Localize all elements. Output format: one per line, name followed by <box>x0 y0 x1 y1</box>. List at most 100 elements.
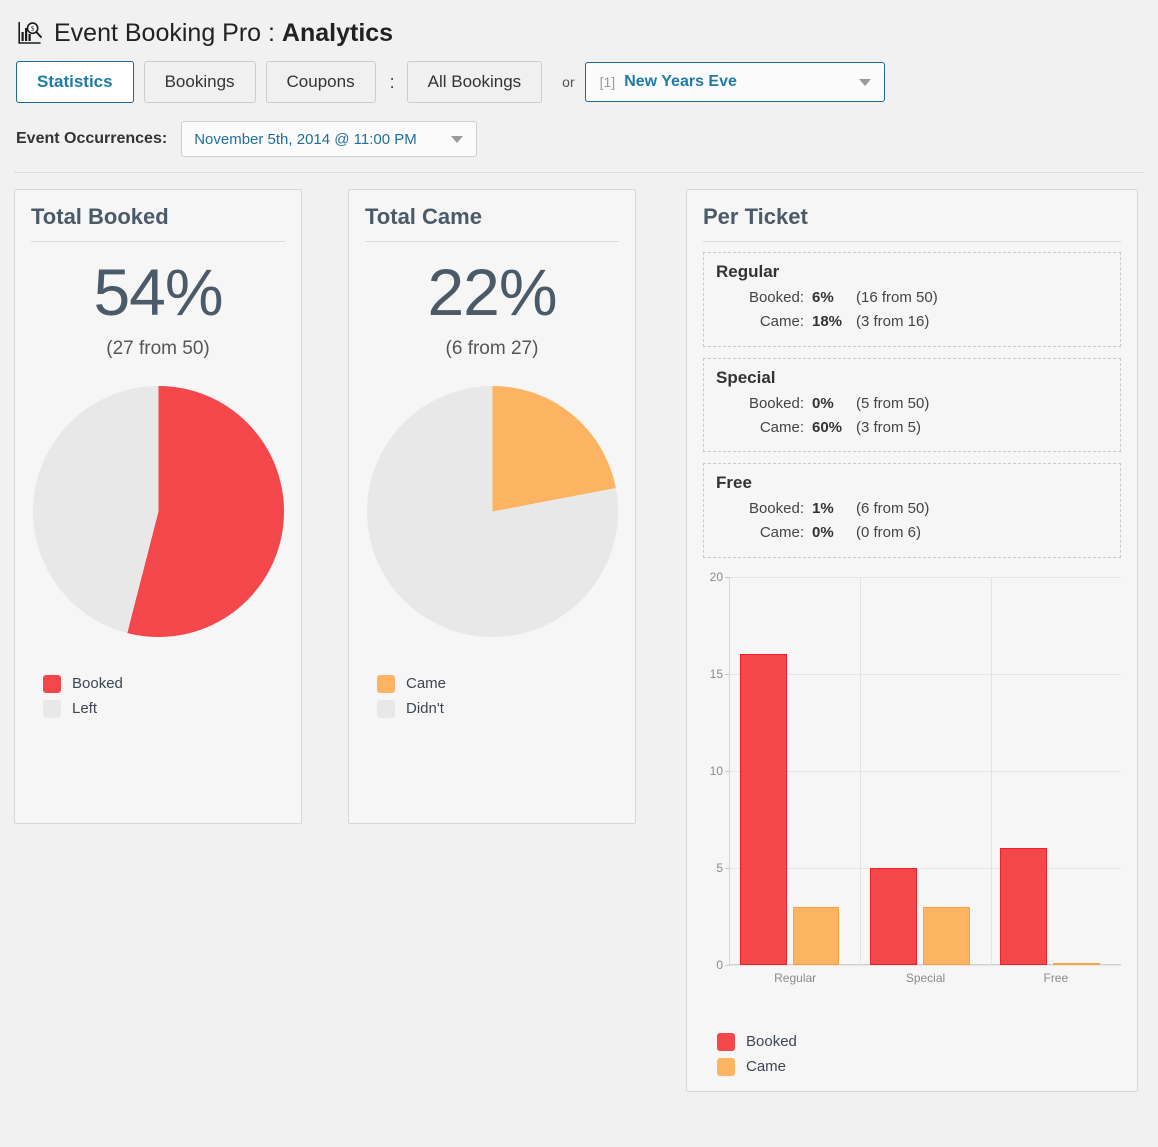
bar-chart-x-label: Special <box>906 971 945 985</box>
event-occurrence-value: November 5th, 2014 @ 11:00 PM <box>194 131 417 148</box>
legend-swatch-came <box>377 675 395 693</box>
ticket-name: Special <box>716 368 1108 388</box>
total-booked-pie-chart <box>33 386 284 637</box>
bar-chart-x-label: Free <box>1043 971 1068 985</box>
bar-chart-plot-area: 05101520RegularSpecialFree <box>729 577 1121 965</box>
total-booked-count: (27 from 50) <box>31 338 285 360</box>
event-select-index: [1] <box>600 74 616 90</box>
bar-chart-y-tick: 20 <box>710 570 723 584</box>
total-came-percent: 22% <box>365 254 619 332</box>
total-came-pie-chart <box>367 386 618 637</box>
bar-chart-tick-mark <box>725 771 730 772</box>
page-title-main: Event Booking Pro <box>54 19 261 47</box>
bar-chart-group-separator <box>860 577 861 965</box>
ticket-came-key: Came: <box>716 310 804 334</box>
chevron-down-icon <box>859 79 871 86</box>
analytics-page: $ Event Booking Pro : Analytics Statisti… <box>0 0 1158 1147</box>
panels-container: Total Booked 54% (27 from 50) Booked Lef… <box>0 173 1158 1092</box>
panel-title-total-booked: Total Booked <box>31 204 285 242</box>
ticket-booked-percent: 6% <box>812 286 856 310</box>
bar-chart-gridline <box>730 965 1121 966</box>
legend-swatch-left <box>43 700 61 718</box>
ticket-booked-line: Booked: 0%(5 from 50) <box>716 392 1108 416</box>
bar-chart-gridline <box>730 577 1121 578</box>
ticket-booked-line: Booked: 6%(16 from 50) <box>716 286 1108 310</box>
legend-swatch-booked <box>717 1033 735 1051</box>
bar-free-booked <box>1000 848 1047 964</box>
total-came-legend: Came Didn't <box>365 675 619 718</box>
chevron-down-icon <box>451 136 463 143</box>
ticket-box-regular: Regular Booked: 6%(16 from 50) Came: 18%(3 f… <box>703 252 1121 347</box>
bar-chart-tick-mark <box>725 674 730 675</box>
ticket-booked-key: Booked: <box>716 497 804 521</box>
ticket-came-key: Came: <box>716 416 804 440</box>
event-occurrences-row: Event Occurrences: November 5th, 2014 @ … <box>0 104 1158 160</box>
ticket-came-line: Came: 0%(0 from 6) <box>716 521 1108 545</box>
legend-item: Didn't <box>377 700 619 718</box>
tab-separator: : <box>390 72 395 93</box>
bar-chart-gridline <box>730 771 1121 772</box>
ticket-came-line: Came: 18%(3 from 16) <box>716 310 1108 334</box>
legend-label: Left <box>72 700 97 717</box>
ticket-name: Free <box>716 473 1108 493</box>
bar-chart-y-tick: 10 <box>710 764 723 778</box>
ticket-name: Regular <box>716 262 1108 282</box>
or-label: or <box>562 74 574 90</box>
per-ticket-bar-chart: 05101520RegularSpecialFree <box>703 569 1121 989</box>
ticket-booked-key: Booked: <box>716 286 804 310</box>
ticket-booked-percent: 0% <box>812 392 856 416</box>
ticket-booked-line: Booked:1%(6 from 50) <box>716 497 1108 521</box>
bar-chart-y-tick: 0 <box>716 958 723 972</box>
event-select-value: New Years Eve <box>624 73 737 91</box>
ticket-box-free: Free Booked:1%(6 from 50)Came: 0%(0 from 6… <box>703 463 1121 558</box>
bar-chart-group-separator <box>991 577 992 965</box>
bar-regular-booked <box>740 654 787 964</box>
event-occurrences-label: Event Occurrences: <box>16 130 167 148</box>
total-came-count: (6 from 27) <box>365 338 619 360</box>
event-select[interactable]: [1] New Years Eve <box>585 62 885 102</box>
page-title-sub: Analytics <box>282 19 393 47</box>
bar-chart-tick-mark <box>725 868 730 869</box>
svg-text:$: $ <box>31 25 35 33</box>
bar-chart-y-tick: 5 <box>716 861 723 875</box>
ticket-came-raw: (0 from 6) <box>856 521 921 545</box>
ticket-booked-raw: (16 from 50) <box>856 286 938 310</box>
bar-chart-tick-mark <box>725 965 730 966</box>
page-title: Event Booking Pro : Analytics <box>54 19 393 48</box>
tab-bookings[interactable]: Bookings <box>144 61 256 103</box>
legend-item: Booked <box>717 1033 1121 1051</box>
bar-chart-tick-mark <box>725 577 730 578</box>
panel-title-per-ticket: Per Ticket <box>703 204 1121 242</box>
total-booked-percent: 54% <box>31 254 285 332</box>
all-bookings-button[interactable]: All Bookings <box>407 61 543 103</box>
bar-special-came <box>923 907 970 965</box>
tab-bar: Statistics Bookings Coupons : All Bookin… <box>0 52 1158 104</box>
panel-title-total-came: Total Came <box>365 204 619 242</box>
bar-chart-legend: Booked Came <box>703 1033 1121 1076</box>
per-ticket-list: RegularBooked:6%(16 from 50)Came:18%(3 f… <box>703 252 1121 558</box>
ticket-came-key: Came: <box>716 521 804 545</box>
legend-item: Came <box>717 1058 1121 1076</box>
ticket-came-percent: 18% <box>812 310 856 334</box>
ticket-box-special: Special Booked: 0%(5 from 50)Came:60%(3 fr… <box>703 358 1121 453</box>
ticket-came-line: Came:60%(3 from 5) <box>716 416 1108 440</box>
tab-coupons[interactable]: Coupons <box>266 61 376 103</box>
panel-total-came: Total Came 22% (6 from 27) Came Didn't <box>348 189 636 824</box>
bar-chart-gridline <box>730 868 1121 869</box>
tab-statistics[interactable]: Statistics <box>16 61 134 103</box>
bar-chart-x-label: Regular <box>774 971 816 985</box>
legend-label: Booked <box>746 1033 797 1050</box>
total-booked-pie-wrap <box>31 386 285 637</box>
legend-label: Booked <box>72 675 123 692</box>
ticket-came-percent: 0% <box>812 521 856 545</box>
ticket-booked-raw: (5 from 50) <box>856 392 929 416</box>
ticket-came-raw: (3 from 5) <box>856 416 921 440</box>
event-occurrence-select[interactable]: November 5th, 2014 @ 11:00 PM <box>181 121 477 157</box>
bar-free-came <box>1053 963 1100 965</box>
legend-swatch-booked <box>43 675 61 693</box>
page-title-separator: : <box>261 19 282 47</box>
total-came-pie-wrap <box>365 386 619 637</box>
ticket-came-raw: (3 from 16) <box>856 310 929 334</box>
ticket-booked-key: Booked: <box>716 392 804 416</box>
bar-regular-came <box>793 907 840 965</box>
